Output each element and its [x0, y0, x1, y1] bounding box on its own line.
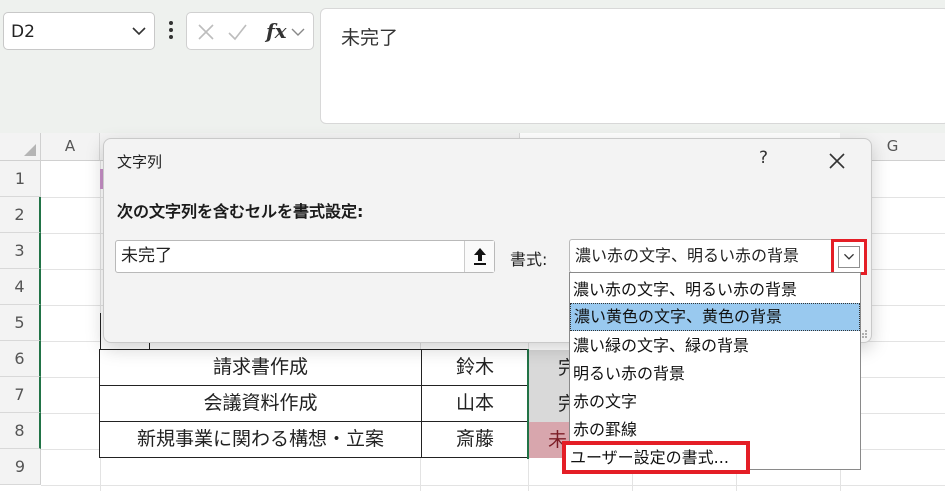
- collapse-dialog-button[interactable]: [464, 241, 494, 272]
- row-header-8[interactable]: 8: [0, 413, 41, 449]
- selection-border: [527, 349, 529, 459]
- formula-value: 未完了: [341, 27, 399, 49]
- row-header-9[interactable]: 9: [0, 449, 41, 485]
- table-cell-task[interactable]: 会議資料作成: [99, 385, 422, 422]
- name-box-value: D2: [11, 22, 35, 42]
- format-option[interactable]: 濃い赤の文字、明るい赤の背景: [570, 276, 860, 304]
- select-all-corner[interactable]: [0, 133, 41, 161]
- formula-expand-chevron-icon[interactable]: [291, 22, 305, 42]
- format-option-custom[interactable]: ユーザー設定の書式...: [562, 441, 750, 474]
- table-cell-task[interactable]: 新規事業に関わる構想・立案: [99, 421, 422, 458]
- row-header-7[interactable]: 7: [0, 377, 41, 413]
- table-cell-task[interactable]: 請求書作成: [99, 349, 422, 386]
- format-option[interactable]: 明るい赤の背景: [570, 360, 860, 388]
- formula-bar-area: D2 fx 未完了: [0, 0, 945, 133]
- format-option-highlighted[interactable]: 濃い黄色の文字、黄色の背景: [570, 303, 860, 331]
- upload-arrow-icon: [474, 248, 486, 265]
- formula-controls: fx: [186, 12, 314, 50]
- close-icon[interactable]: [827, 151, 847, 171]
- function-fx-icon[interactable]: fx: [266, 19, 287, 43]
- row-header-1[interactable]: 1: [0, 161, 41, 197]
- dialog-title: 文字列: [117, 153, 163, 171]
- formula-input[interactable]: 未完了: [320, 8, 945, 124]
- table-cell-person[interactable]: 鈴木: [421, 349, 529, 386]
- column-header-a[interactable]: A: [41, 133, 100, 161]
- table-cell-status[interactable]: 完: [528, 386, 572, 422]
- table-cell-person[interactable]: 斎藤: [421, 421, 529, 458]
- format-option[interactable]: 赤の罫線: [570, 416, 860, 444]
- more-vertical-icon[interactable]: [168, 18, 174, 42]
- text-input-value: 未完了: [121, 246, 172, 266]
- format-option[interactable]: 濃い緑の文字、緑の背景: [570, 332, 860, 360]
- format-select-value: 濃い赤の文字、明るい赤の背景: [575, 246, 800, 265]
- format-dropdown-inner: [838, 246, 860, 268]
- row-header-3[interactable]: 3: [0, 233, 41, 269]
- chevron-down-icon[interactable]: [131, 23, 147, 39]
- row-header-4[interactable]: 4: [0, 269, 41, 305]
- name-box[interactable]: D2: [3, 12, 155, 50]
- row-header-5[interactable]: 5: [0, 305, 41, 341]
- confirm-check-icon[interactable]: [227, 22, 247, 42]
- format-select[interactable]: 濃い赤の文字、明るい赤の背景: [569, 239, 863, 273]
- help-button[interactable]: ?: [759, 148, 768, 168]
- table-cell-person[interactable]: 山本: [421, 385, 529, 422]
- dialog-titlebar[interactable]: 文字列 ?: [104, 139, 871, 184]
- format-label: 書式:: [510, 250, 548, 269]
- chevron-down-icon: [844, 253, 854, 260]
- format-option[interactable]: 赤の文字: [570, 388, 860, 416]
- table-cell-status[interactable]: 完: [528, 350, 572, 386]
- dialog-instruction: 次の文字列を含むセルを書式設定:: [117, 202, 364, 221]
- gridline: [41, 485, 945, 486]
- row-header-6[interactable]: 6: [0, 341, 41, 377]
- text-input[interactable]: 未完了: [115, 240, 495, 273]
- format-dropdown-button[interactable]: [831, 239, 867, 275]
- row-header-2[interactable]: 2: [0, 197, 41, 233]
- cancel-x-icon[interactable]: [196, 22, 216, 42]
